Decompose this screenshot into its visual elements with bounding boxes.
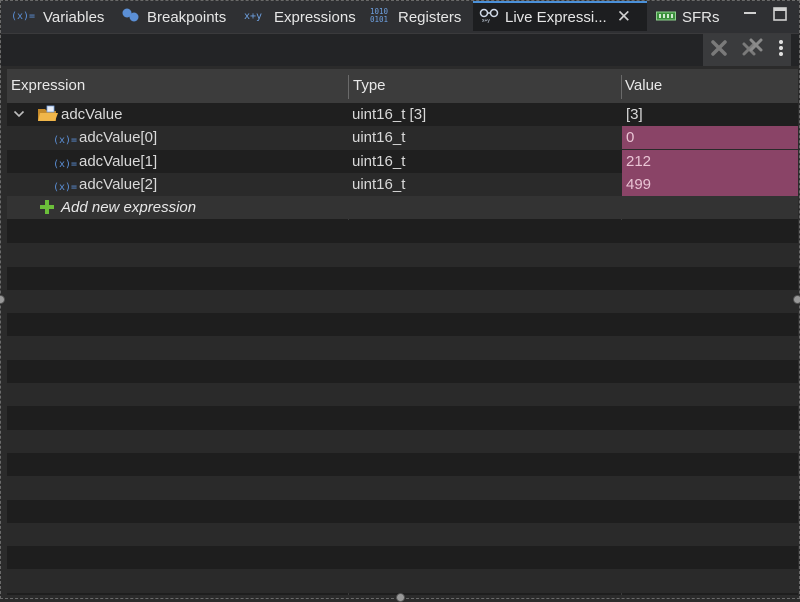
empty-row — [7, 313, 798, 337]
table-header: Expression Type Value — [7, 69, 798, 103]
add-new-expression-label: Add new expression — [61, 199, 197, 217]
toolbar-group — [703, 34, 791, 66]
expression-value[interactable]: 212 — [622, 149, 798, 173]
expression-name: adcValue[1] — [79, 152, 158, 170]
svg-text:0101: 0101 — [370, 15, 388, 24]
table-body: adcValue uint16_t [3] [3] (x)= adcValue[… — [7, 103, 798, 222]
expression-value[interactable]: 499 — [622, 172, 798, 196]
svg-text:x+y: x+y — [244, 11, 262, 22]
column-header-expression[interactable]: Expression — [7, 69, 85, 103]
svg-text:(x)=: (x)= — [53, 182, 77, 193]
table-row[interactable]: (x)= adcValue[2] uint16_t 499 — [7, 172, 798, 197]
expression-type: uint16_t — [352, 175, 406, 193]
breakpoints-icon — [121, 7, 141, 27]
expression-name: adcValue[0] — [79, 129, 158, 147]
empty-row — [7, 476, 798, 500]
tab-label: Live Expressi... — [505, 8, 607, 26]
tab-label: Expressions — [274, 8, 356, 26]
expression-type: uint16_t — [352, 152, 406, 170]
empty-row — [7, 429, 798, 453]
tab-registers[interactable]: 1010 0101 Registers — [370, 1, 461, 33]
minimize-icon[interactable] — [743, 7, 757, 21]
maximize-icon[interactable] — [773, 7, 787, 21]
empty-row — [7, 452, 798, 477]
svg-text:x+y: x+y — [482, 18, 490, 23]
svg-text:(x)=: (x)= — [11, 11, 35, 22]
tab-variables[interactable]: (x)= Variables — [11, 1, 104, 33]
resize-handle[interactable] — [793, 295, 800, 304]
view-menu-icon[interactable] — [778, 39, 784, 62]
tab-label: Variables — [43, 8, 105, 26]
expressions-icon: x+y — [244, 7, 268, 27]
table-row[interactable]: adcValue uint16_t [3] [3] — [7, 103, 798, 127]
resize-handle[interactable] — [396, 593, 405, 602]
empty-row — [7, 336, 798, 360]
column-header-value[interactable]: Value — [621, 69, 662, 103]
tab-label: Breakpoints — [147, 8, 227, 26]
add-expression-row[interactable]: Add new expression — [7, 196, 798, 222]
variables-icon: (x)= — [11, 8, 37, 26]
empty-row — [7, 289, 798, 314]
live-expressions-table: Expression Type Value adcValue uint16_t … — [7, 69, 798, 595]
tab-label: SFRs — [682, 8, 720, 26]
expression-value[interactable]: 0 — [622, 126, 798, 150]
remove-all-icon[interactable] — [742, 38, 764, 63]
expression-name: adcValue — [61, 106, 123, 123]
table-row[interactable]: (x)= adcValue[0] uint16_t 0 — [7, 126, 798, 150]
view-toolbar — [1, 34, 799, 66]
empty-row — [7, 220, 798, 244]
remove-icon[interactable] — [710, 39, 728, 62]
tab-live-expressions[interactable]: x+y Live Expressi... ✕ — [473, 1, 647, 31]
sfrs-icon — [656, 9, 676, 26]
empty-row — [7, 522, 798, 547]
svg-text:(x)=: (x)= — [53, 159, 77, 170]
close-icon[interactable]: ✕ — [617, 7, 631, 27]
empty-row — [7, 243, 798, 267]
expand-chevron-icon[interactable] — [13, 103, 25, 126]
folder-icon — [37, 104, 59, 127]
expression-name: adcValue[2] — [79, 175, 158, 193]
add-icon — [39, 199, 55, 222]
empty-row — [7, 383, 798, 407]
expression-type: uint16_t — [352, 129, 406, 147]
empty-rows — [7, 220, 798, 595]
tab-sfrs[interactable]: SFRs — [656, 1, 720, 33]
svg-text:(x)=: (x)= — [53, 135, 77, 146]
column-header-type[interactable]: Type — [349, 69, 386, 103]
empty-row — [7, 266, 798, 290]
expression-value[interactable]: [3] — [622, 103, 798, 126]
live-expressions-icon: x+y — [479, 7, 499, 27]
empty-row — [7, 406, 798, 430]
tab-bar: (x)= Variables Breakpoints x+y Expressio… — [1, 1, 799, 34]
tab-label: Registers — [398, 8, 462, 26]
tab-expressions[interactable]: x+y Expressions — [244, 1, 356, 33]
empty-row — [7, 569, 798, 593]
empty-row — [7, 359, 798, 384]
empty-row — [7, 546, 798, 570]
tab-breakpoints[interactable]: Breakpoints — [121, 1, 226, 33]
registers-icon: 1010 0101 — [370, 6, 392, 28]
expression-type: uint16_t [3] — [352, 106, 427, 123]
table-row[interactable]: (x)= adcValue[1] uint16_t 212 — [7, 149, 798, 173]
empty-row — [7, 499, 798, 523]
